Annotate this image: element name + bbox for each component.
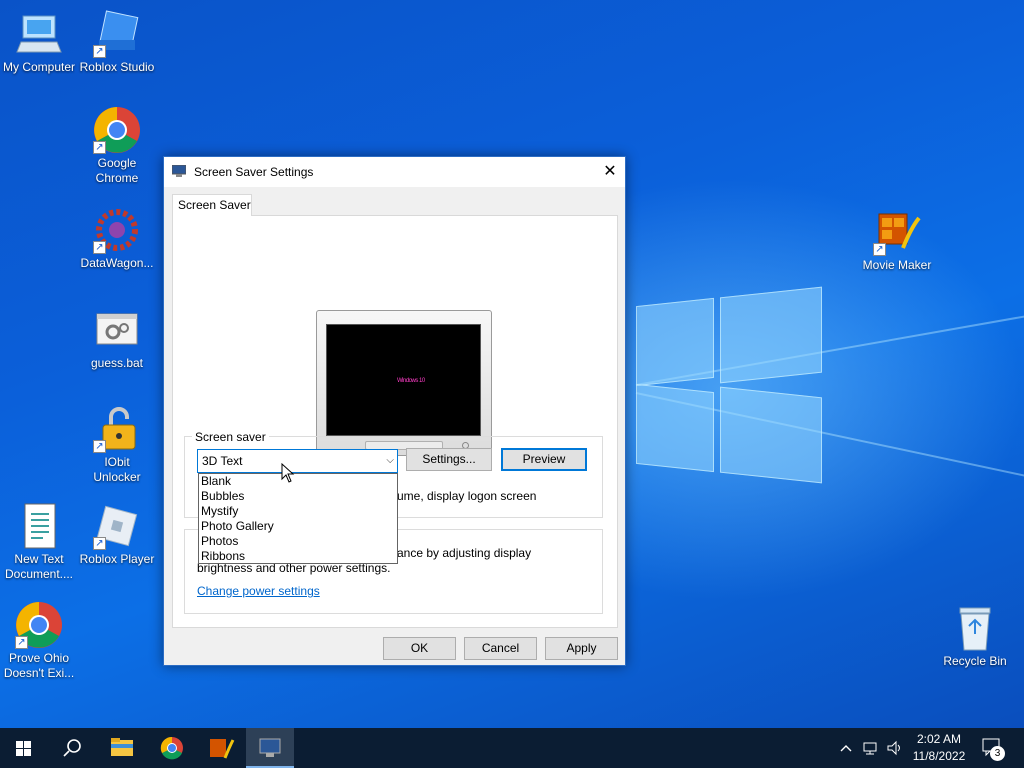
dialog-title-bar[interactable]: Screen Saver Settings ✕ — [164, 157, 625, 187]
taskbar-file-explorer[interactable] — [98, 728, 146, 768]
dropdown-option-photos[interactable]: Photos — [199, 534, 397, 549]
resume-logon-text: ume, display logon screen — [397, 489, 537, 503]
close-button[interactable]: ✕ — [595, 157, 625, 187]
dropdown-option-photo-gallery[interactable]: Photo Gallery — [199, 519, 397, 534]
recycle-bin-icon — [951, 604, 999, 652]
chrome-icon — [160, 736, 183, 760]
preview-3d-text: Windows 10 — [397, 378, 425, 384]
dropdown-option-bubbles[interactable]: Bubbles — [199, 489, 397, 504]
desktop-icon-label: Google Chrome — [95, 156, 139, 185]
shortcut-arrow-icon: ↗ — [873, 243, 886, 256]
desktop-icon-label: Prove Ohio Doesn't Exi... — [3, 651, 75, 680]
unlocker-icon: ↗ — [93, 405, 141, 453]
chevron-down-icon: ⌵ — [386, 455, 394, 466]
tab-screen-saver[interactable]: Screen Saver — [172, 194, 252, 216]
desktop: My Computer ↗ Roblox Studio ↗ Google Chr… — [0, 0, 1024, 728]
desktop-icon-movie-maker[interactable]: ↗ Movie Maker — [857, 208, 937, 273]
dropdown-option-ribbons[interactable]: Ribbons — [199, 549, 397, 564]
chrome-icon: ↗ — [15, 601, 63, 649]
desktop-icon-iobit-unlocker[interactable]: ↗ IObit Unlocker — [78, 405, 156, 485]
datawagon-icon: ↗ — [93, 206, 141, 254]
screen-saver-select[interactable]: 3D Text ⌵ — [197, 449, 398, 473]
screen-saver-group-label: Screen saver — [192, 430, 269, 444]
dropdown-option-mystify[interactable]: Mystify — [199, 504, 397, 519]
shortcut-arrow-icon: ↗ — [93, 141, 106, 154]
change-power-settings-link[interactable]: Change power settings — [197, 584, 320, 598]
search-icon — [63, 739, 81, 757]
start-button[interactable] — [0, 728, 48, 768]
taskbar-movie-maker[interactable] — [197, 728, 245, 768]
monitor-preview: Windows 10 — [316, 310, 492, 456]
taskbar-screen-saver-settings[interactable] — [246, 728, 294, 768]
desktop-icon-label: My Computer — [2, 60, 76, 74]
batch-file-icon — [93, 306, 141, 354]
shortcut-arrow-icon: ↗ — [93, 537, 106, 550]
clock-time[interactable]: 2:02 AM — [908, 732, 970, 746]
desktop-icon-google-chrome[interactable]: ↗ Google Chrome — [78, 106, 156, 186]
shortcut-arrow-icon: ↗ — [93, 45, 106, 58]
shortcut-arrow-icon: ↗ — [15, 636, 28, 649]
screen-saver-dropdown-list: Blank Bubbles Mystify Photo Gallery Phot… — [198, 473, 398, 564]
movie-maker-icon: ↗ — [873, 208, 921, 256]
desktop-icon-roblox-studio[interactable]: ↗ Roblox Studio — [78, 10, 156, 75]
text-document-icon — [15, 502, 63, 550]
roblox-studio-icon: ↗ — [93, 10, 141, 58]
apply-button[interactable]: Apply — [545, 637, 618, 660]
desktop-icon-my-computer[interactable]: My Computer — [0, 10, 78, 75]
screen-saver-app-icon — [171, 164, 187, 177]
selected-saver-value: 3D Text — [202, 454, 243, 468]
close-icon: ✕ — [603, 163, 617, 180]
taskbar: 2:02 AM 11/8/2022 3 — [0, 728, 1024, 768]
desktop-icon-new-text-document[interactable]: New Text Document.... — [0, 502, 78, 582]
windows-start-icon — [16, 741, 31, 756]
notification-count-badge: 3 — [990, 746, 1005, 761]
volume-icon[interactable] — [886, 740, 904, 756]
notifications-button[interactable]: 3 — [980, 736, 1010, 762]
roblox-player-icon: ↗ — [93, 502, 141, 550]
desktop-icon-label: Roblox Studio — [79, 60, 155, 74]
preview-button[interactable]: Preview — [501, 448, 587, 471]
power-description-line1: ance by adjusting display — [397, 546, 532, 560]
folder-icon — [111, 738, 133, 756]
desktop-icon-prove-ohio[interactable]: ↗ Prove Ohio Doesn't Exi... — [0, 601, 78, 681]
desktop-icon-label: Movie Maker — [862, 258, 932, 272]
desktop-icon-label: DataWagon... — [80, 256, 154, 270]
cancel-button[interactable]: Cancel — [464, 637, 537, 660]
clock-date[interactable]: 11/8/2022 — [908, 749, 970, 763]
desktop-icon-label: IObit Unlocker — [93, 455, 141, 484]
mouse-cursor-icon — [281, 462, 295, 486]
desktop-icon-label: New Text Document.... — [4, 552, 74, 581]
desktop-icon-datawagon[interactable]: ↗ DataWagon... — [78, 206, 156, 271]
desktop-icon-roblox-player[interactable]: ↗ Roblox Player — [78, 502, 156, 567]
ok-button[interactable]: OK — [383, 637, 456, 660]
desktop-icon-label: Roblox Player — [79, 552, 155, 566]
desktop-icon-label: guess.bat — [90, 356, 144, 370]
shortcut-arrow-icon: ↗ — [93, 440, 106, 453]
windows-wallpaper-logo — [636, 286, 822, 484]
desktop-icon-recycle-bin[interactable]: Recycle Bin — [936, 604, 1014, 669]
shortcut-arrow-icon: ↗ — [93, 241, 106, 254]
network-icon[interactable] — [862, 740, 880, 756]
dropdown-option-blank[interactable]: Blank — [199, 474, 397, 489]
chrome-icon: ↗ — [93, 106, 141, 154]
screen-saver-app-icon — [259, 738, 281, 757]
movie-maker-icon — [210, 739, 235, 759]
screen-saver-settings-dialog: Screen Saver Settings ✕ Screen Saver Win… — [163, 156, 626, 666]
chevron-up-icon[interactable] — [838, 740, 854, 756]
taskbar-chrome[interactable] — [148, 728, 196, 768]
search-button[interactable] — [48, 728, 96, 768]
dialog-title: Screen Saver Settings — [194, 165, 314, 179]
desktop-icon-label: Recycle Bin — [943, 654, 1007, 668]
desktop-icon-guess-bat[interactable]: guess.bat — [78, 306, 156, 371]
settings-button[interactable]: Settings... — [406, 448, 492, 471]
computer-icon — [15, 10, 63, 58]
